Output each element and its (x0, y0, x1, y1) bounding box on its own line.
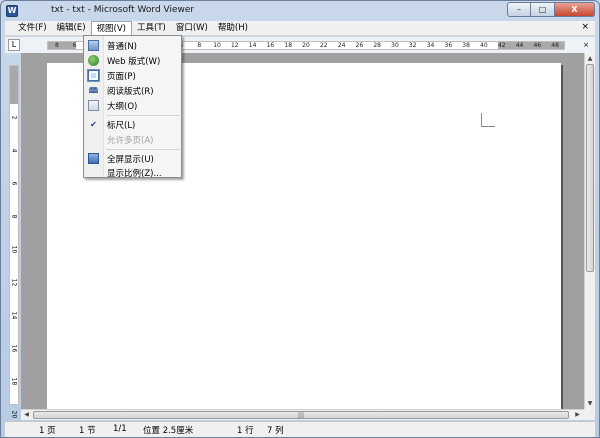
ruler-tick-label: 36 (444, 42, 453, 49)
menu-view[interactable]: 视图(V) (90, 20, 132, 36)
ruler-tick-label: 38 (462, 42, 470, 49)
scroll-left-icon[interactable]: ◀ (21, 410, 32, 420)
menu-item-label: Web 版式(W) (107, 57, 161, 67)
minimize-button[interactable]: – (507, 2, 531, 17)
normal-view-icon (88, 40, 99, 51)
scroll-right-icon[interactable]: ▶ (572, 410, 583, 420)
outline-view-icon (88, 100, 99, 111)
menu-separator (106, 149, 180, 150)
ruler-tick-label: 6 (72, 42, 77, 49)
menu-bar: 文件(F) 编辑(E) 视图(V) 工具(T) 窗口(W) 帮助(H) × (5, 20, 595, 36)
ruler-tick-label: 32 (408, 42, 417, 49)
menu-item-label: 大纲(O) (107, 102, 138, 112)
close-button[interactable]: X (555, 2, 595, 17)
vruler-tick-label: 14 (10, 311, 18, 320)
status-column: 7 列 (267, 426, 284, 436)
document-close-icon[interactable]: × (581, 22, 589, 32)
menu-item-normal-view[interactable]: 普通(N) (84, 38, 181, 53)
scrollbar-corner (584, 409, 595, 420)
tab-selector-button[interactable]: L (8, 39, 20, 51)
vruler-tick-label: 2 (10, 115, 18, 120)
vruler-tick-label: 12 (10, 278, 18, 287)
vruler-tick-label: 6 (10, 181, 18, 186)
ruler-tick-label: 8 (197, 42, 202, 49)
menu-window[interactable]: 窗口(W) (171, 21, 213, 35)
menu-item-label: 全屏显示(U) (107, 155, 154, 165)
status-page-of: 1/1 (113, 424, 127, 434)
margin-corner-mark (481, 113, 495, 127)
check-icon: ✔ (90, 120, 97, 129)
vruler-tick-label: 10 (10, 245, 18, 254)
menu-help[interactable]: 帮助(H) (213, 21, 253, 35)
ruler-tick-label: 12 (230, 42, 239, 49)
ruler-tick-label: 42 (497, 42, 506, 49)
title-bar[interactable]: W txt - txt - Microsoft Word Viewer – □ … (1, 1, 599, 21)
vertical-ruler[interactable]: 2 4 6 8 10 12 14 16 18 20 (9, 65, 19, 418)
vertical-scroll-thumb[interactable] (586, 64, 594, 272)
ruler-tick-label: 34 (426, 42, 435, 49)
scroll-down-icon[interactable]: ▼ (585, 398, 595, 409)
menu-item-zoom[interactable]: 显示比例(Z)... (84, 165, 181, 180)
menu-edit[interactable]: 编辑(E) (52, 21, 91, 35)
menu-item-label: 标尺(L) (107, 121, 136, 131)
status-section: 1 节 (79, 426, 96, 436)
vruler-tick-label: 4 (10, 148, 18, 153)
view-menu-dropdown: 普通(N) Web 版式(W) 页面(P) 🕮 阅读版式(R) 大纲(O) ✔ … (83, 35, 182, 180)
reading-layout-icon: 🕮 (88, 86, 99, 95)
status-bar: 1 页 1 节 1/1 位置 2.5厘米 1 行 7 列 (5, 421, 595, 437)
menu-item-ruler[interactable]: ✔ 标尺(L) (84, 117, 181, 132)
ruler-tick-label: 28 (373, 42, 381, 49)
menu-file[interactable]: 文件(F) (13, 21, 52, 35)
scroll-up-icon[interactable]: ▲ (585, 53, 595, 64)
maximize-button[interactable]: □ (531, 2, 555, 17)
ruler-tick-label: 22 (319, 42, 328, 49)
window-controls: – □ X (507, 2, 595, 18)
menu-item-label: 显示比例(Z)... (107, 169, 162, 179)
horizontal-scroll-thumb[interactable]: ||| (33, 411, 569, 419)
status-line: 1 行 (237, 426, 254, 436)
menu-item-label: 允许多页(A) (107, 136, 154, 146)
vruler-tick-label: 16 (10, 344, 18, 353)
status-position: 位置 2.5厘米 (143, 426, 194, 436)
ruler-tick-label: 14 (248, 42, 257, 49)
ruler-tick-label: 10 (213, 42, 221, 49)
ruler-end-icon: × (583, 41, 589, 49)
web-layout-icon (88, 55, 99, 66)
menu-item-label: 页面(P) (107, 72, 136, 82)
menu-item-outline-view[interactable]: 大纲(O) (84, 98, 181, 113)
menu-item-print-layout[interactable]: 页面(P) (84, 68, 181, 83)
word-app-icon[interactable]: W (6, 5, 18, 17)
window-title: txt - txt - Microsoft Word Viewer (51, 5, 195, 15)
menu-item-web-layout[interactable]: Web 版式(W) (84, 53, 181, 68)
ruler-tick-label: 44 (515, 42, 524, 49)
menu-tools[interactable]: 工具(T) (132, 21, 171, 35)
ruler-tick-label: 8 (54, 42, 59, 49)
status-page: 1 页 (39, 426, 56, 436)
vruler-top-margin (10, 66, 18, 104)
vruler-tick-label: 20 (10, 410, 18, 419)
menu-item-reading-layout[interactable]: 🕮 阅读版式(R) (84, 83, 181, 98)
vruler-tick-label: 8 (10, 214, 18, 219)
word-viewer-window: W txt - txt - Microsoft Word Viewer – □ … (0, 0, 600, 438)
ruler-tick-label: 24 (337, 42, 346, 49)
ruler-tick-label: 20 (302, 42, 310, 49)
ruler-tick-label: 40 (480, 42, 488, 49)
ruler-tick-label: 26 (355, 42, 364, 49)
menu-item-allow-multiple-pages: 允许多页(A) (84, 132, 181, 147)
menu-item-label: 普通(N) (107, 42, 137, 52)
ruler-tick-label: 30 (391, 42, 399, 49)
full-screen-icon (88, 153, 99, 164)
menu-separator (106, 115, 180, 116)
vertical-scrollbar[interactable]: ▲ ▼ (584, 53, 595, 409)
ruler-tick-label: 18 (284, 42, 293, 49)
menu-item-label: 阅读版式(R) (107, 87, 154, 97)
scroll-grip-icon: ||| (297, 412, 305, 419)
ruler-tick-label: 46 (533, 42, 542, 49)
ruler-tick-label: 16 (266, 42, 275, 49)
menu-item-full-screen[interactable]: 全屏显示(U) (84, 151, 181, 166)
print-layout-icon (87, 69, 100, 82)
vruler-tick-label: 18 (10, 377, 18, 386)
ruler-tick-label: 48 (551, 42, 559, 49)
horizontal-scrollbar[interactable]: ◀ ||| ▶ (21, 409, 584, 420)
